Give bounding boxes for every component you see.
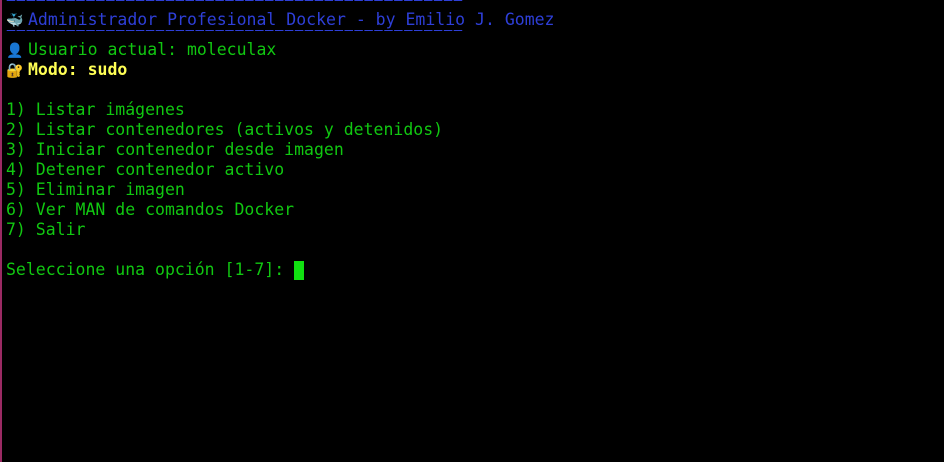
menu-item-delete-image: 5) Eliminar imagen	[6, 180, 185, 199]
header-separator-top: ========================================…	[6, 0, 944, 10]
whale-icon: 🐳	[6, 13, 24, 29]
prompt-line[interactable]: Seleccione una opción [1-7]:	[6, 260, 944, 280]
user-icon: 👤	[6, 43, 24, 59]
menu-item-exit: 7) Salir	[6, 220, 86, 239]
header-title-line: 🐳 Administrador Profesional Docker - by E…	[6, 10, 944, 30]
mode-line: 🔐 Modo: sudo	[6, 60, 944, 80]
menu-item-docker-man: 6) Ver MAN de comandos Docker	[6, 200, 295, 219]
user-text: Usuario actual: moleculax	[28, 40, 277, 59]
menu-item-list-containers: 2) Listar contenedores (activos y deteni…	[6, 120, 444, 139]
menu-item-stop-container: 4) Detener contenedor activo	[6, 160, 285, 179]
header-separator-bottom: ========================================…	[6, 30, 944, 40]
terminal-window[interactable]: ========================================…	[0, 0, 944, 462]
header-title: Administrador Profesional Docker - by Em…	[28, 10, 555, 29]
mode-text: Modo: sudo	[28, 60, 128, 79]
menu-item-list-images: 1) Listar imágenes	[6, 100, 185, 119]
prompt-text: Seleccione una opción [1-7]:	[6, 260, 295, 279]
menu-list: 1) Listar imágenes 2) Listar contenedore…	[6, 100, 944, 240]
lock-icon: 🔐	[6, 63, 24, 79]
user-line: 👤 Usuario actual: moleculax	[6, 40, 944, 60]
menu-item-start-container: 3) Iniciar contenedor desde imagen	[6, 140, 344, 159]
terminal-cursor[interactable]	[294, 260, 305, 280]
